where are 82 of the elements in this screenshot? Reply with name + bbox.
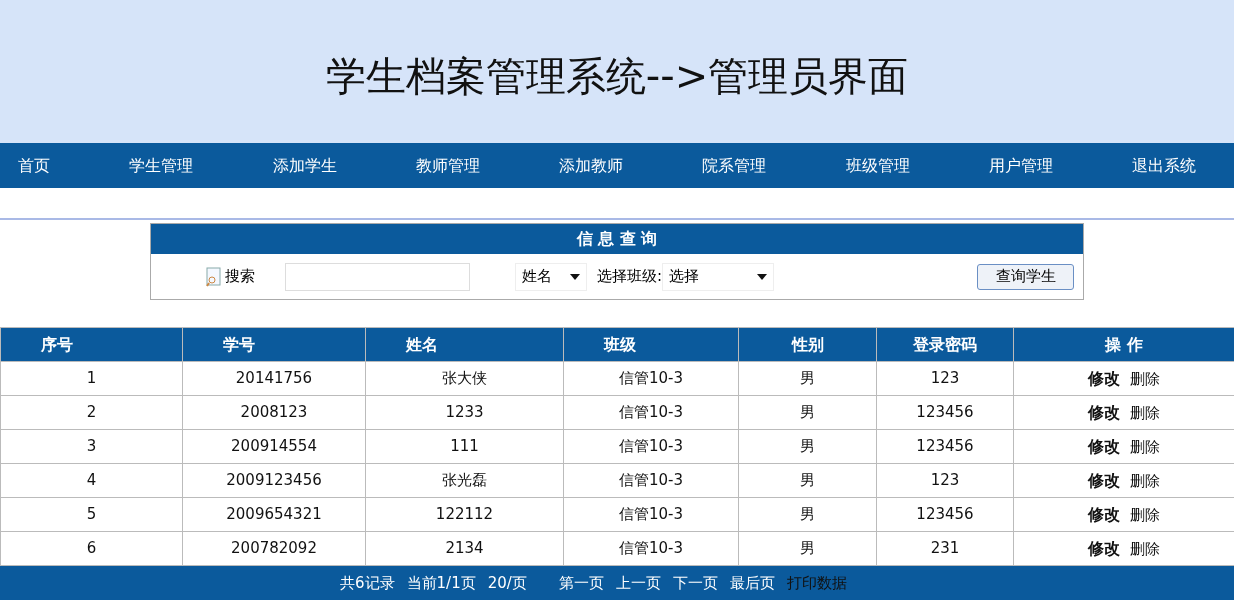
- table-cell: 2008123: [182, 395, 366, 430]
- pager-link[interactable]: 第一页: [558, 572, 604, 595]
- delete-link[interactable]: 删除: [1130, 403, 1160, 422]
- edit-link[interactable]: 修改: [1088, 402, 1120, 422]
- column-header: 姓名: [365, 327, 564, 362]
- pager-link[interactable]: 最后页: [729, 572, 775, 595]
- table-cell: 男: [738, 497, 877, 532]
- table-cell: 5: [0, 497, 183, 532]
- table-cell: 20141756: [182, 361, 366, 396]
- search-field[interactable]: [285, 262, 470, 291]
- table-cell: 张大侠: [365, 361, 564, 396]
- table-cell: 122112: [365, 497, 564, 532]
- nav-link[interactable]: 用户管理: [988, 153, 1053, 178]
- table-cell: 信管10-3: [563, 429, 739, 464]
- table-cell: 2009654321: [182, 497, 366, 532]
- table-cell: 男: [738, 531, 877, 566]
- table-cell: 123456: [876, 429, 1014, 464]
- table-cell: 2134: [365, 531, 564, 566]
- edit-link[interactable]: 修改: [1088, 504, 1120, 524]
- field-select[interactable]: 姓名: [515, 262, 587, 291]
- table-cell: 2009123456: [182, 463, 366, 498]
- nav-link[interactable]: 首页: [18, 153, 50, 178]
- pager-link[interactable]: 上一页: [615, 572, 661, 595]
- delete-link[interactable]: 删除: [1130, 471, 1160, 490]
- nav-link[interactable]: 添加学生: [272, 153, 337, 178]
- search-label: 搜索: [225, 266, 255, 288]
- edit-link[interactable]: 修改: [1088, 436, 1120, 456]
- table-cell: 111: [365, 429, 564, 464]
- nav-link[interactable]: 添加教师: [559, 153, 623, 178]
- table-cell: 123456: [876, 497, 1014, 532]
- column-header: 班级: [563, 327, 739, 362]
- query-button[interactable]: 查询学生: [977, 263, 1074, 290]
- table-cell: 2: [0, 395, 183, 430]
- caret-icon: [757, 273, 768, 280]
- delete-link[interactable]: 删除: [1130, 437, 1160, 456]
- table-cell: 200914554: [182, 429, 366, 464]
- search-icon: [205, 266, 223, 287]
- table-cell: 6: [0, 531, 183, 566]
- table-cell: 信管10-3: [563, 531, 739, 566]
- panel-title: 信 息 查 询: [151, 224, 1083, 254]
- column-header: 操 作: [1013, 327, 1234, 362]
- table-cell: 123456: [876, 395, 1014, 430]
- nav-link[interactable]: 学生管理: [129, 153, 194, 178]
- table-cell: 231: [876, 531, 1014, 566]
- table-cell: 4: [0, 463, 183, 498]
- table-cell: 男: [738, 395, 877, 430]
- delete-link[interactable]: 删除: [1130, 505, 1160, 524]
- table-cell: 男: [738, 429, 877, 464]
- nav-link[interactable]: 退出系统: [1132, 153, 1196, 178]
- pager-info: 共6记录: [340, 573, 395, 595]
- nav-link[interactable]: 班级管理: [845, 153, 910, 178]
- column-header: 序号: [0, 327, 183, 362]
- nav-link[interactable]: 教师管理: [415, 153, 480, 178]
- table-cell: 123: [876, 463, 1014, 498]
- table-cell: 信管10-3: [563, 361, 739, 396]
- table-cell: 张光磊: [365, 463, 564, 498]
- delete-link[interactable]: 删除: [1130, 369, 1160, 388]
- table-cell: 1: [0, 361, 183, 396]
- edit-link[interactable]: 修改: [1088, 470, 1120, 490]
- table-cell: 男: [738, 361, 877, 396]
- table-cell: 200782092: [182, 531, 366, 566]
- delete-link[interactable]: 删除: [1130, 539, 1160, 558]
- table-cell: 信管10-3: [563, 497, 739, 532]
- table-cell: 3: [0, 429, 183, 464]
- nav-link[interactable]: 院系管理: [702, 153, 767, 178]
- table-cell: 1233: [365, 395, 564, 430]
- class-select[interactable]: 选择: [662, 262, 775, 291]
- page-title: 学生档案管理系统-->管理员界面: [325, 51, 909, 101]
- class-label: 选择班级:: [597, 266, 663, 288]
- column-header: 登录密码: [876, 327, 1014, 362]
- edit-link[interactable]: 修改: [1088, 538, 1120, 558]
- column-header: 性别: [738, 327, 877, 362]
- pager-link[interactable]: 下一页: [672, 572, 718, 595]
- column-header: 学号: [182, 327, 366, 362]
- table-cell: 信管10-3: [563, 395, 739, 430]
- edit-link[interactable]: 修改: [1088, 368, 1120, 388]
- caret-icon: [570, 273, 580, 280]
- pager-info: 20/页: [487, 573, 527, 595]
- table-cell: 男: [738, 463, 877, 498]
- table-cell: 信管10-3: [563, 463, 739, 498]
- table-cell: 123: [876, 361, 1014, 396]
- pager-info: 当前1/1页: [406, 573, 476, 595]
